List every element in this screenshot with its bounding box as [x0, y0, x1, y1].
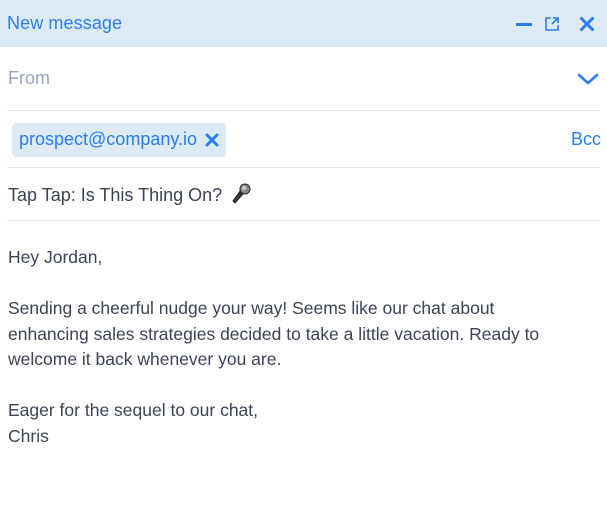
- message-body[interactable]: Hey Jordan, Sending a cheerful nudge you…: [0, 221, 607, 449]
- subject-field[interactable]: Tap Tap: Is This Thing On?: [7, 168, 600, 221]
- header-actions: [514, 0, 607, 47]
- recipient-chip[interactable]: prospect@company.io: [12, 122, 227, 157]
- chevron-down-icon: [577, 73, 599, 84]
- to-field[interactable]: prospect@company.io Bcc: [7, 111, 601, 168]
- body-signature: Chris: [8, 425, 49, 446]
- compose-title: New message: [7, 13, 123, 33]
- from-dropdown-button[interactable]: [576, 67, 600, 91]
- microphone-icon: [232, 183, 251, 204]
- minimize-icon: [516, 22, 532, 26]
- close-icon: [205, 133, 219, 146]
- remove-recipient-button[interactable]: [205, 133, 219, 147]
- body-closing: Eager for the sequel to our chat,: [8, 400, 259, 420]
- compose-header: New message: [0, 0, 607, 47]
- subject-label: Tap Tap: Is This Thing On?: [8, 185, 223, 205]
- bcc-button[interactable]: Bcc: [571, 129, 601, 150]
- recipient-email: prospect@company.io: [19, 129, 198, 149]
- subject-text: Tap Tap: Is This Thing On?: [8, 182, 252, 206]
- compose-window: New message From prospect@company.io Bcc…: [0, 0, 607, 525]
- close-icon: [580, 16, 594, 31]
- popout-button[interactable]: [543, 15, 561, 33]
- minimize-button[interactable]: [514, 14, 534, 34]
- body-line: enhancing sales strategies decided to ta…: [8, 323, 540, 344]
- from-field[interactable]: From: [7, 47, 600, 111]
- body-greeting: Hey Jordan,: [8, 247, 103, 267]
- close-button[interactable]: [578, 15, 596, 33]
- body-line: welcome it back whenever you are.: [8, 349, 282, 369]
- popout-icon: [545, 16, 559, 31]
- body-line: Sending a cheerful nudge your way! Seems…: [8, 298, 495, 318]
- from-label: From: [8, 68, 50, 88]
